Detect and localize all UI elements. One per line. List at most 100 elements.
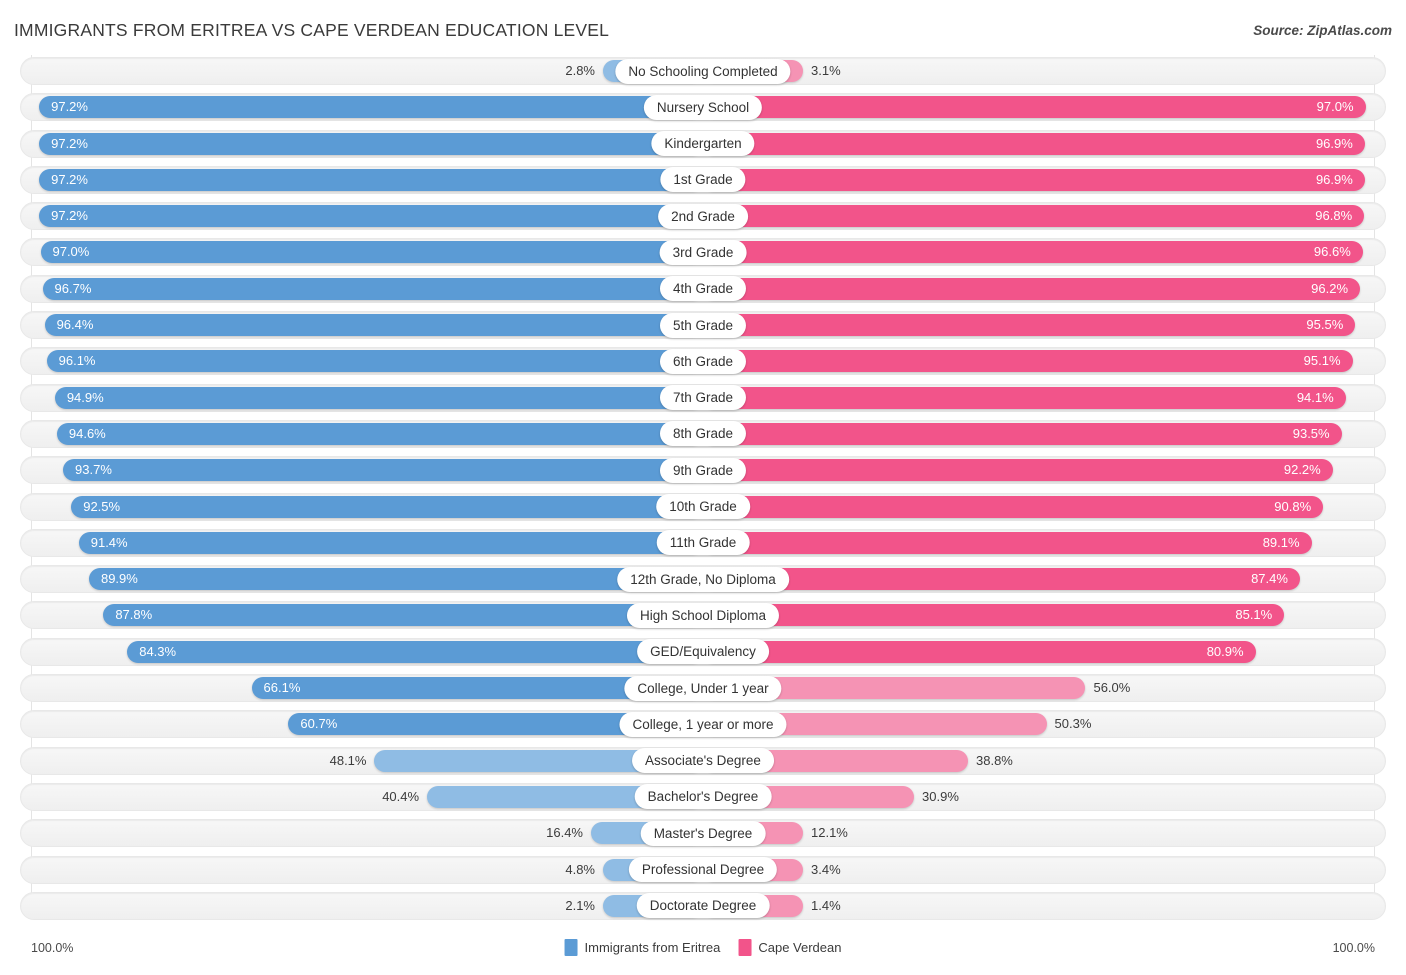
category-label: Master's Degree	[640, 820, 766, 846]
legend-item[interactable]: Cape Verdean	[738, 939, 841, 956]
bar-row: 91.4% 89.1% 11th Grade	[20, 527, 1386, 563]
bar-cape-verdean	[703, 350, 1353, 373]
page-title: IMMIGRANTS FROM ERITREA VS CAPE VERDEAN …	[14, 20, 610, 40]
legend-item[interactable]: Immigrants from Eritrea	[564, 939, 720, 956]
value-label-cape-verdean: 93.5%	[1292, 425, 1330, 441]
bar-cape-verdean	[703, 495, 1324, 518]
chart-footer: 100.0% 100.0% Immigrants from Eritrea Cap…	[20, 935, 1386, 969]
category-label: GED/Equivalency	[637, 639, 769, 665]
legend-label: Cape Verdean	[758, 940, 842, 955]
bar-eritrea	[103, 604, 703, 627]
value-label-cape-verdean: 92.2%	[1283, 462, 1321, 478]
bar-row: 97.2% 96.9% 1st Grade	[20, 164, 1386, 200]
value-label-eritrea: 60.7%	[300, 716, 338, 732]
category-label: Doctorate Degree	[636, 893, 770, 919]
bar-row: 93.7% 92.2% 9th Grade	[20, 454, 1386, 490]
value-label-eritrea: 97.2%	[51, 99, 88, 115]
axis-end-label-left: 100.0%	[31, 941, 74, 955]
value-label-cape-verdean: 90.8%	[1274, 498, 1312, 514]
bar-row: 94.9% 94.1% 7th Grade	[20, 382, 1386, 418]
category-label: 5th Grade	[659, 312, 747, 338]
bar-eritrea	[46, 350, 703, 373]
bar-row: 96.1% 95.1% 6th Grade	[20, 345, 1386, 381]
category-label: Kindergarten	[651, 131, 755, 157]
chart-header: IMMIGRANTS FROM ERITREA VS CAPE VERDEAN …	[0, 0, 1406, 55]
bar-row: 66.1% 56.0% College, Under 1 year	[20, 672, 1386, 708]
bar-cape-verdean	[703, 132, 1365, 155]
bar-row: 2.8% 3.1% No Schooling Completed	[20, 55, 1386, 91]
value-label-cape-verdean: 96.8%	[1315, 208, 1353, 224]
category-label: Nursery School	[643, 94, 763, 120]
bar-row: 94.6% 93.5% 8th Grade	[20, 418, 1386, 454]
value-label-eritrea: 97.2%	[51, 135, 88, 151]
value-label-eritrea: 4.8%	[565, 861, 595, 877]
bar-row: 96.7% 96.2% 4th Grade	[20, 273, 1386, 309]
chart-plot-area: 2.8% 3.1% No Schooling Completed 97.2% 97.0%…	[20, 55, 1386, 935]
category-label: Bachelor's Degree	[634, 784, 772, 810]
bar-eritrea	[39, 132, 703, 155]
bar-row: 16.4% 12.1% Master's Degree	[20, 817, 1386, 853]
bar-rows-container: 2.8% 3.1% No Schooling Completed 97.2% 97.0%…	[20, 55, 1386, 926]
bar-cape-verdean	[703, 640, 1256, 663]
value-label-cape-verdean: 96.9%	[1315, 135, 1353, 151]
bar-cape-verdean	[703, 531, 1312, 554]
category-label: 12th Grade, No Diploma	[617, 566, 789, 592]
bar-eritrea	[42, 277, 703, 300]
bar-row: 2.1% 1.4% Doctorate Degree	[20, 890, 1386, 926]
category-label: College, 1 year or more	[619, 711, 787, 737]
category-label: Professional Degree	[628, 857, 778, 883]
bar-row: 97.2% 96.8% 2nd Grade	[20, 200, 1386, 236]
bar-row: 97.2% 97.0% Nursery School	[20, 91, 1386, 127]
value-label-eritrea: 87.8%	[115, 607, 153, 623]
bar-cape-verdean	[703, 386, 1346, 409]
bar-cape-verdean	[703, 422, 1342, 445]
bar-row: 92.5% 90.8% 10th Grade	[20, 491, 1386, 527]
axis-end-label-right: 100.0%	[1332, 941, 1375, 955]
value-label-cape-verdean: 3.4%	[811, 861, 841, 877]
source-attribution: Source: ZipAtlas.com	[1253, 23, 1392, 38]
value-label-cape-verdean: 3.1%	[811, 63, 841, 78]
bar-row: 89.9% 87.4% 12th Grade, No Diploma	[20, 563, 1386, 599]
value-label-eritrea: 97.2%	[51, 171, 88, 187]
value-label-cape-verdean: 89.1%	[1262, 534, 1300, 550]
value-label-eritrea: 66.1%	[263, 680, 301, 696]
category-label: High School Diploma	[626, 602, 780, 628]
bar-row: 40.4% 30.9% Bachelor's Degree	[20, 781, 1386, 817]
value-label-cape-verdean: 1.4%	[811, 897, 841, 913]
value-label-cape-verdean: 97.0%	[1316, 99, 1354, 115]
value-label-cape-verdean: 30.9%	[922, 788, 959, 804]
bar-row: 97.2% 96.9% Kindergarten	[20, 128, 1386, 164]
value-label-eritrea: 91.4%	[90, 534, 128, 550]
value-label-cape-verdean: 85.1%	[1235, 607, 1273, 623]
bar-eritrea	[44, 314, 703, 337]
bar-eritrea	[39, 168, 703, 191]
value-label-cape-verdean: 38.8%	[976, 752, 1013, 768]
bar-row: 97.0% 96.6% 3rd Grade	[20, 236, 1386, 272]
bar-row: 60.7% 50.3% College, 1 year or more	[20, 708, 1386, 744]
category-label: 1st Grade	[660, 167, 746, 193]
legend-swatch-icon	[564, 939, 578, 956]
value-label-eritrea: 96.7%	[54, 280, 92, 296]
bar-cape-verdean	[703, 459, 1333, 482]
bar-eritrea	[127, 640, 703, 663]
bar-eritrea	[78, 531, 703, 554]
value-label-eritrea: 84.3%	[139, 643, 177, 659]
category-label: No Schooling Completed	[615, 58, 791, 84]
category-label: College, Under 1 year	[624, 675, 782, 701]
value-label-cape-verdean: 94.1%	[1296, 389, 1334, 405]
value-label-eritrea: 16.4%	[546, 825, 583, 841]
category-label: Associate's Degree	[632, 748, 774, 774]
value-label-cape-verdean: 80.9%	[1206, 643, 1244, 659]
value-label-eritrea: 40.4%	[382, 788, 420, 804]
category-label: 11th Grade	[656, 530, 750, 556]
bar-eritrea	[63, 459, 703, 482]
value-label-eritrea: 97.0%	[52, 244, 90, 260]
bar-eritrea	[39, 205, 703, 228]
value-label-cape-verdean: 96.2%	[1311, 280, 1349, 296]
value-label-cape-verdean: 96.6%	[1313, 244, 1351, 260]
value-label-eritrea: 96.1%	[58, 353, 96, 369]
bar-row: 48.1% 38.8% Associate's Degree	[20, 745, 1386, 781]
bar-cape-verdean	[703, 314, 1356, 337]
value-label-eritrea: 89.9%	[100, 571, 138, 587]
bar-row: 84.3% 80.9% GED/Equivalency	[20, 636, 1386, 672]
